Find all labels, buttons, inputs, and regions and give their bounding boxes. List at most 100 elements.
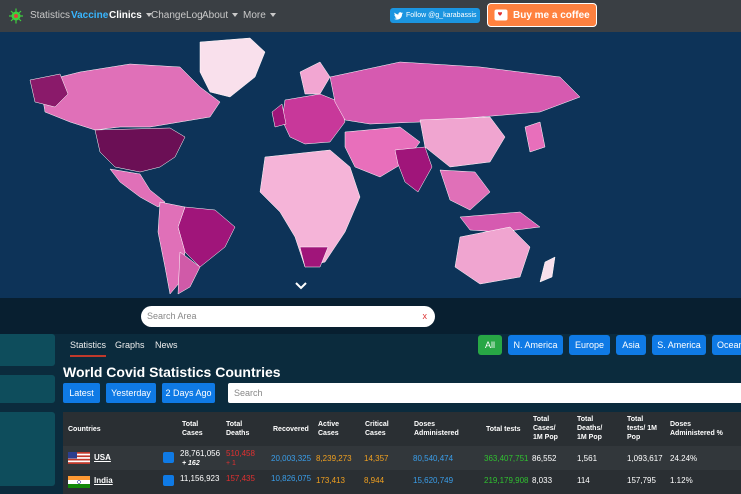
- header-cases-per-million[interactable]: Total Cases/ 1M Pop: [533, 415, 565, 442]
- deaths-per-million: 114: [577, 476, 590, 485]
- region-n-america-button[interactable]: N. America: [508, 335, 563, 355]
- coffee-cup-icon: [494, 9, 508, 21]
- two-days-ago-button[interactable]: 2 Days Ago: [162, 383, 215, 403]
- total-cases: 28,761,056: [180, 449, 221, 458]
- tab-news[interactable]: News: [155, 340, 178, 350]
- header-doses-administered[interactable]: Doses Administered: [414, 420, 464, 438]
- new-cases: + 162: [182, 460, 200, 467]
- active-cases: 8,239,273: [316, 454, 352, 463]
- doses-administered: 15,620,749: [413, 476, 454, 485]
- page-title: World Covid Statistics Countries: [63, 364, 281, 380]
- table-header: Countries Total Cases Total Deaths Recov…: [63, 412, 741, 446]
- header-critical-cases[interactable]: Critical Cases: [365, 420, 397, 438]
- tests-per-million: 157,795: [627, 476, 656, 485]
- map-greenland: [199, 37, 266, 98]
- side-panel-3[interactable]: [0, 412, 55, 486]
- top-navbar: Statistics Vaccine Clinics ChangeLog Abo…: [0, 0, 741, 32]
- yesterday-button[interactable]: Yesterday: [106, 383, 156, 403]
- region-oceania-button[interactable]: Ocean: [712, 335, 741, 355]
- country-name[interactable]: USA: [94, 453, 111, 462]
- new-deaths: + 1: [226, 460, 236, 467]
- nav-vaccine[interactable]: Vaccine: [71, 10, 108, 21]
- world-map-svg: [29, 37, 581, 295]
- twitter-bird-icon: [394, 11, 403, 20]
- map-canada: [39, 63, 221, 131]
- map-scandinavia: [299, 61, 331, 95]
- nav-statistics[interactable]: Statistics: [30, 10, 70, 21]
- search-area-placeholder: Search Area: [147, 311, 197, 321]
- critical-cases: 8,944: [364, 476, 385, 485]
- map-mexico: [109, 168, 166, 208]
- nav-clinics-label: Clinics: [109, 10, 142, 21]
- header-total-tests[interactable]: Total tests: [486, 425, 521, 434]
- region-s-america-button[interactable]: S. America: [652, 335, 706, 355]
- region-europe-button[interactable]: Europe: [569, 335, 610, 355]
- deaths-per-million: 1,561: [577, 454, 598, 463]
- latest-button[interactable]: Latest: [63, 383, 100, 403]
- total-deaths: 510,458: [226, 449, 255, 458]
- buy-me-a-coffee-button[interactable]: Buy me a coffee: [487, 3, 597, 27]
- share-icon[interactable]: [163, 475, 174, 486]
- share-icon[interactable]: [163, 452, 174, 463]
- total-tests: 363,407,751: [484, 454, 529, 463]
- table-search-input[interactable]: Search: [228, 383, 741, 403]
- cases-per-million: 8,033: [532, 476, 553, 485]
- table-search-placeholder: Search: [234, 388, 263, 398]
- chevron-down-icon: [232, 13, 239, 18]
- map-india: [394, 146, 433, 193]
- chevron-down-icon: [269, 13, 276, 18]
- header-deaths-per-million[interactable]: Total Deaths/ 1M Pop: [577, 415, 609, 442]
- critical-cases: 14,357: [364, 454, 389, 463]
- header-recovered[interactable]: Recovered: [273, 425, 309, 434]
- usa-flag-icon: [68, 452, 90, 464]
- virus-logo-icon[interactable]: [9, 8, 23, 24]
- region-all-button[interactable]: All: [478, 335, 502, 355]
- header-active-cases[interactable]: Active Cases: [318, 420, 348, 438]
- chevron-down-icon: [295, 282, 307, 290]
- map-usa: [94, 127, 186, 173]
- map-china: [419, 116, 506, 168]
- tests-per-million: 1,093,617: [627, 454, 663, 463]
- map-south-africa: [299, 246, 329, 268]
- cases-per-million: 86,552: [532, 454, 557, 463]
- search-area-input[interactable]: Search Area x: [141, 306, 435, 327]
- header-countries[interactable]: Countries: [68, 425, 101, 434]
- total-deaths: 157,435: [226, 474, 255, 483]
- twitter-follow-label: Follow @g_karabassis: [406, 12, 477, 19]
- total-cases: 11,156,923: [180, 474, 220, 483]
- world-map[interactable]: [0, 32, 741, 298]
- nav-about-label: About: [202, 10, 229, 21]
- country-name[interactable]: India: [94, 476, 113, 485]
- header-total-cases[interactable]: Total Cases: [182, 420, 212, 438]
- nav-changelog[interactable]: ChangeLog: [151, 10, 203, 21]
- region-asia-button[interactable]: Asia: [616, 335, 646, 355]
- header-tests-per-million[interactable]: Total tests/ 1M Pop: [627, 415, 659, 442]
- header-total-deaths[interactable]: Total Deaths: [226, 420, 256, 438]
- tab-statistics[interactable]: Statistics: [70, 340, 107, 357]
- india-flag-icon: [68, 476, 90, 488]
- map-russia: [329, 61, 581, 125]
- map-new-zealand: [539, 256, 556, 283]
- total-tests: 219,179,908: [484, 476, 529, 485]
- clear-search-icon[interactable]: x: [423, 311, 428, 321]
- countries-table: Countries Total Cases Total Deaths Recov…: [63, 412, 741, 494]
- nav-more[interactable]: More: [243, 10, 276, 21]
- map-australia: [454, 226, 531, 285]
- side-panel-1[interactable]: [0, 334, 55, 366]
- side-panel-2[interactable]: [0, 375, 55, 403]
- header-doses-percent[interactable]: Doses Administered %: [670, 420, 730, 438]
- recovered: 10,826,075: [271, 474, 312, 483]
- coffee-label: Buy me a coffee: [513, 9, 590, 21]
- active-cases: 173,413: [316, 476, 345, 485]
- nav-about[interactable]: About: [202, 10, 239, 21]
- table-row[interactable]: India 11,156,923 157,435 10,826,075 173,…: [63, 470, 741, 494]
- doses-administered: 80,540,474: [413, 454, 454, 463]
- doses-percent: 1.12%: [670, 476, 693, 485]
- map-japan: [524, 121, 546, 153]
- doses-percent: 24.24%: [670, 454, 698, 463]
- table-row[interactable]: USA 28,761,056 + 162 510,458 + 1 20,003,…: [63, 446, 741, 470]
- tab-graphs[interactable]: Graphs: [115, 340, 145, 350]
- nav-clinics[interactable]: Clinics: [109, 10, 152, 21]
- twitter-follow-button[interactable]: Follow @g_karabassis: [390, 8, 480, 23]
- nav-more-label: More: [243, 10, 266, 21]
